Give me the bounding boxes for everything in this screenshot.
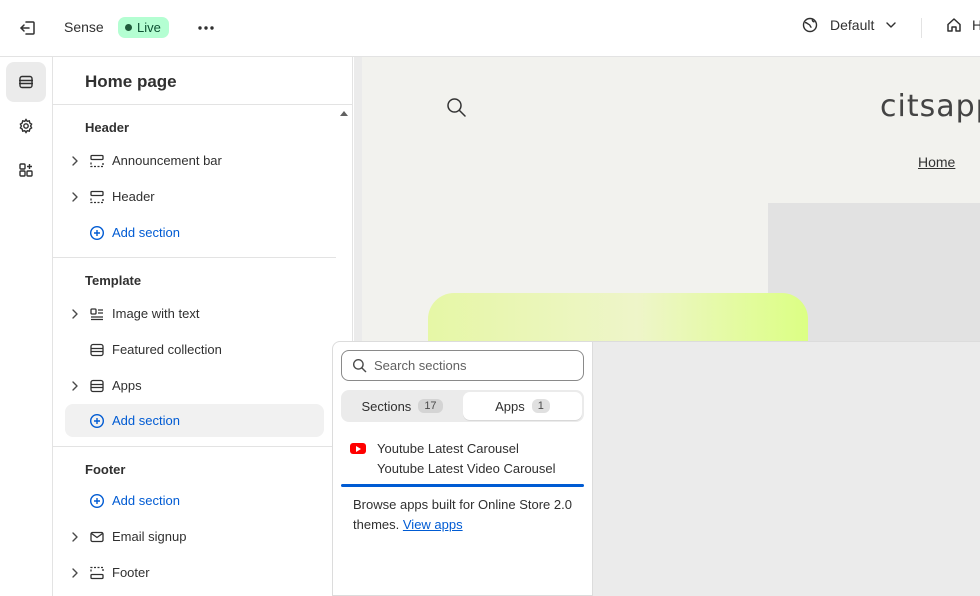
- live-badge-label: Live: [137, 20, 161, 35]
- section-item-label: Featured collection: [112, 342, 222, 357]
- rail-settings-button[interactable]: [6, 106, 46, 146]
- rail-apps-button[interactable]: [6, 150, 46, 190]
- page-selector-label: H: [972, 17, 980, 33]
- chevron-down-icon: [886, 22, 897, 28]
- view-apps-link[interactable]: View apps: [403, 517, 463, 532]
- globe-icon: [802, 17, 818, 33]
- add-section-label: Add section: [112, 225, 180, 240]
- add-section-label: Add section: [112, 413, 180, 428]
- sections-icon: [19, 75, 33, 89]
- divider: [53, 257, 336, 258]
- page-title: Home page: [85, 72, 177, 91]
- live-dot: [125, 24, 132, 31]
- collection-icon: [89, 342, 105, 358]
- footer-group-heading: Footer: [85, 462, 126, 477]
- template-selector-label: Default: [830, 17, 875, 33]
- gear-icon: [19, 118, 33, 134]
- template-selector[interactable]: Default: [802, 17, 897, 33]
- section-item-email-signup[interactable]: Email signup: [65, 520, 324, 553]
- popover-preview-area: [593, 341, 980, 596]
- tab-apps-label: Apps: [495, 398, 525, 414]
- rail-sections-button[interactable]: [6, 62, 46, 102]
- section-item-label: Header: [112, 189, 155, 204]
- footer-layout-icon: [89, 565, 105, 581]
- search-icon: [447, 98, 466, 117]
- search-icon: [352, 358, 367, 373]
- section-item-announcement-bar[interactable]: Announcement bar: [65, 144, 324, 177]
- section-item-label: Footer: [112, 565, 150, 580]
- section-item-label: Email signup: [112, 529, 187, 544]
- app-block-title: Youtube Latest Carousel: [377, 441, 519, 456]
- tab-sections-count: 17: [418, 399, 443, 413]
- section-item-label: Apps: [112, 378, 142, 393]
- section-item-apps[interactable]: Apps: [65, 369, 324, 402]
- top-bar: Sense Live Default H: [0, 0, 980, 57]
- section-item-image-with-text[interactable]: Image with text: [65, 297, 324, 330]
- live-status-badge: Live: [118, 17, 169, 38]
- preview-search-button[interactable]: [446, 97, 466, 120]
- add-section-footer-button[interactable]: Add section: [65, 484, 324, 517]
- apps-section-icon: [89, 378, 105, 394]
- exit-icon: [20, 21, 35, 35]
- chevron-right-icon[interactable]: [70, 155, 80, 166]
- image-with-text-icon: [89, 306, 105, 322]
- page-selector[interactable]: H: [946, 17, 980, 33]
- chevron-right-icon[interactable]: [70, 531, 80, 542]
- store-logo[interactable]: citsapp: [880, 89, 980, 124]
- chevron-right-icon[interactable]: [70, 380, 80, 391]
- plus-circle-icon: [89, 493, 105, 509]
- youtube-icon: [350, 443, 366, 454]
- chevron-right-icon[interactable]: [70, 308, 80, 319]
- search-sections-field[interactable]: [341, 350, 584, 381]
- tab-apps[interactable]: Apps 1: [463, 392, 582, 420]
- header-layout-icon: [89, 189, 105, 205]
- divider: [53, 446, 336, 447]
- tab-apps-count: 1: [531, 399, 550, 413]
- more-horizontal-icon: [198, 26, 214, 30]
- app-block-youtube-latest-carousel[interactable]: Youtube Latest Carousel Youtube Latest V…: [341, 437, 584, 487]
- plus-circle-icon: [89, 413, 105, 429]
- app-block-subtitle: Youtube Latest Video Carousel: [377, 461, 556, 476]
- add-section-template-button[interactable]: Add section: [65, 404, 324, 437]
- plus-circle-icon: [89, 225, 105, 241]
- header-group-heading: Header: [85, 120, 130, 135]
- topbar-divider: [921, 18, 922, 38]
- section-item-label: Announcement bar: [112, 153, 222, 168]
- section-item-footer[interactable]: Footer: [65, 556, 324, 589]
- exit-button[interactable]: [16, 16, 40, 40]
- home-icon: [947, 18, 961, 32]
- email-icon: [89, 529, 105, 545]
- section-sidebar: Home page Header Announcement bar Header: [53, 57, 353, 596]
- left-rail: [0, 57, 53, 596]
- section-item-header[interactable]: Header: [65, 180, 324, 213]
- template-group-heading: Template: [85, 273, 142, 288]
- section-item-featured-collection[interactable]: Featured collection: [65, 333, 324, 366]
- scroll-up-arrow-icon[interactable]: [340, 111, 348, 116]
- store-nav-home-link[interactable]: Home: [918, 154, 955, 170]
- chevron-right-icon[interactable]: [70, 191, 80, 202]
- add-section-header-button[interactable]: Add section: [65, 216, 324, 249]
- apps-icon: [19, 163, 33, 177]
- section-item-label: Image with text: [112, 306, 200, 321]
- add-section-popover: Sections 17 Apps 1 Youtube Latest Carous…: [332, 341, 593, 596]
- divider: [53, 104, 352, 105]
- announcement-bar-icon: [89, 153, 105, 169]
- tab-sections-label: Sections: [361, 398, 412, 414]
- browse-apps-text: Browse apps built for Online Store 2.0 t…: [353, 495, 578, 535]
- more-actions-button[interactable]: [194, 16, 218, 40]
- search-sections-input[interactable]: [374, 358, 564, 373]
- tab-sections[interactable]: Sections 17: [343, 392, 461, 420]
- section-type-tabs: Sections 17 Apps 1: [341, 390, 584, 422]
- focus-indicator: [341, 484, 584, 487]
- theme-name: Sense: [64, 19, 104, 35]
- chevron-right-icon[interactable]: [70, 567, 80, 578]
- add-section-label: Add section: [112, 493, 180, 508]
